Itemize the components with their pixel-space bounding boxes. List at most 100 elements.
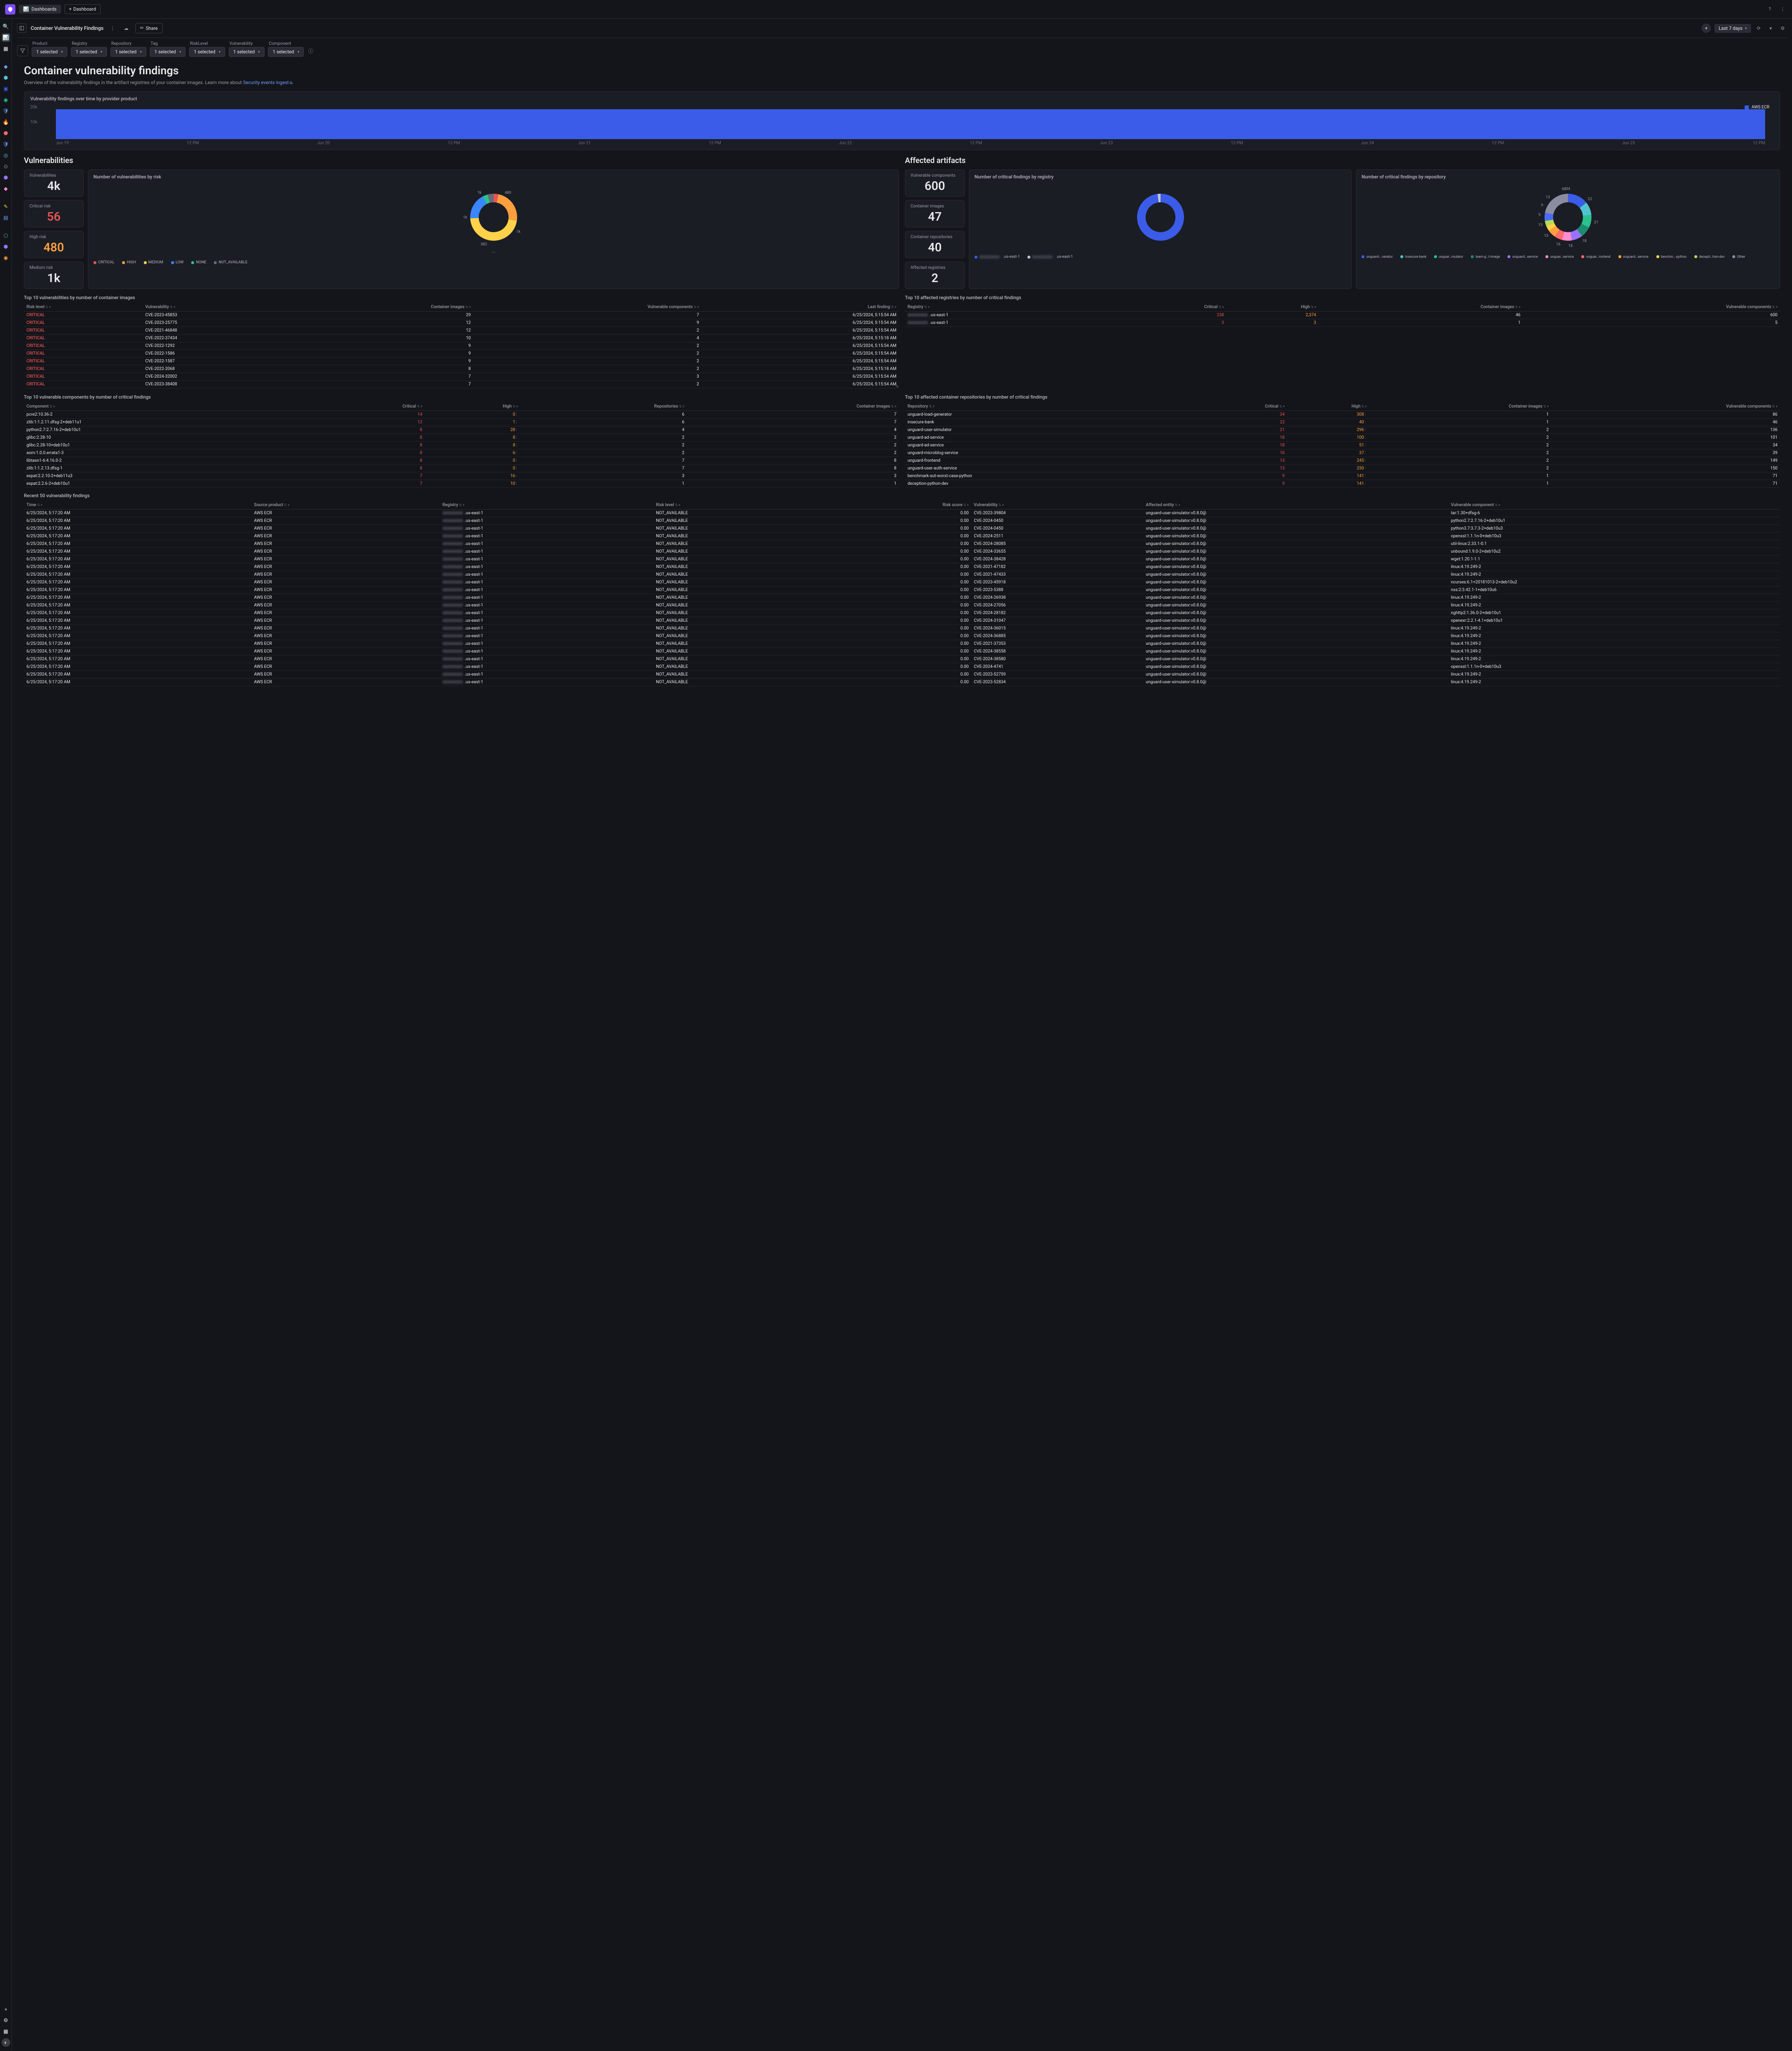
column-header[interactable]: Container images⇅ ▾ <box>687 402 899 411</box>
table-row[interactable]: unguard-microblog-service1637|239 <box>905 449 1780 457</box>
filter-select-vulnerability[interactable]: 1 selected▾ <box>229 47 265 57</box>
legend-item[interactable]: unguard-…nerator <box>1361 255 1393 259</box>
table-row[interactable]: .us-east-12382,37446600 <box>905 312 1780 319</box>
table-row[interactable]: 6/25/2024, 5:17:20 AMAWS ECR.us-east-1NO… <box>24 656 1780 663</box>
table-row[interactable]: 6/25/2024, 5:17:20 AMAWS ECR.us-east-1NO… <box>24 632 1780 640</box>
sidebar-app-15[interactable]: ⬡ <box>2 231 10 240</box>
table-row[interactable]: 6/25/2024, 5:17:20 AMAWS ECR.us-east-1NO… <box>24 540 1780 548</box>
table-row[interactable]: glibc:2.28-10+deb10u188|22 <box>24 442 899 449</box>
column-header[interactable]: Registry⇅ ▾ <box>905 303 1114 312</box>
donut-segment[interactable] <box>497 194 517 221</box>
sidebar-app-8[interactable]: 🛡 <box>2 140 10 149</box>
new-dashboard-button[interactable]: +Dashboard <box>64 4 101 14</box>
sidebar-settings-icon[interactable]: ⚙ <box>2 2016 10 2025</box>
table-row[interactable]: unguard-user-simulator21296|2136 <box>905 426 1780 434</box>
timerange-select[interactable]: Last 7 days▾ <box>1714 24 1751 33</box>
table-row[interactable]: 6/25/2024, 5:17:20 AMAWS ECR.us-east-1NO… <box>24 556 1780 563</box>
table-row[interactable]: 6/25/2024, 5:17:20 AMAWS ECR.us-east-1NO… <box>24 648 1780 656</box>
sidebar-app-1[interactable]: ◆ <box>2 62 10 71</box>
legend-item[interactable]: NONE <box>191 260 206 265</box>
column-header[interactable]: Source product⇅ ▾ <box>251 501 440 510</box>
table-row[interactable]: benchmark-sut-worst-case-python9141|171 <box>905 472 1780 480</box>
column-header[interactable]: Vulnerability⇅ ▾ <box>143 303 291 312</box>
table-row[interactable]: CRITICALCVE-2024-32002736/25/2024, 5:15:… <box>24 373 899 381</box>
column-header[interactable]: Critical⇅ ▾ <box>1114 303 1227 312</box>
column-header[interactable]: Vulnerable component⇅ ▾ <box>1449 501 1780 510</box>
table-row[interactable]: CRITICALCVE-2022-2068826/25/2024, 5:15:1… <box>24 365 899 373</box>
legend-item[interactable]: CRITICAL <box>93 260 114 265</box>
column-header[interactable]: Risk score⇅ ▾ <box>826 501 972 510</box>
table-row[interactable]: 6/25/2024, 5:17:20 AMAWS ECR.us-east-1NO… <box>24 586 1780 594</box>
legend-item[interactable]: unguar…mulator <box>1434 255 1463 259</box>
sidebar-app-2[interactable]: ⬢ <box>2 73 10 82</box>
sidebar-app-6[interactable]: 🔥 <box>2 118 10 126</box>
table-row[interactable]: expat:2.2.6-2+deb10u1710|11 <box>24 480 899 488</box>
column-header[interactable]: Critical⇅ ▾ <box>1187 402 1287 411</box>
table-row[interactable]: CRITICALCVE-2023-257751296/25/2024, 5:15… <box>24 319 899 327</box>
breadcrumb-dashboards[interactable]: 📊Dashboards <box>19 5 61 14</box>
table-row[interactable]: CRITICALCVE-2022-374341046/25/2024, 5:15… <box>24 335 899 342</box>
legend-item[interactable]: Other <box>1732 255 1745 259</box>
table-row[interactable]: CRITICALCVE-2023-458532976/25/2024, 5:15… <box>24 312 899 319</box>
column-header[interactable]: High⇅ ▾ <box>1227 303 1319 312</box>
sidebar-app-12[interactable]: ◆ <box>2 184 10 193</box>
settings-icon[interactable]: ⚙ <box>1778 24 1787 32</box>
table-row[interactable]: 6/25/2024, 5:17:20 AMAWS ECR.us-east-1NO… <box>24 671 1780 679</box>
column-header[interactable]: Component⇅ ▾ <box>24 402 308 411</box>
table-row[interactable]: 6/25/2024, 5:17:20 AMAWS ECR.us-east-1NO… <box>24 510 1780 517</box>
page-menu-icon[interactable]: ⋮ <box>108 23 117 33</box>
column-header[interactable]: Risk level⇅ ▾ <box>24 303 143 312</box>
table-row[interactable]: 6/25/2024, 5:17:20 AMAWS ECR.us-east-1NO… <box>24 594 1780 602</box>
table-row[interactable]: deception-python-dev9141|171 <box>905 480 1780 488</box>
table-row[interactable]: zlib:1:1.2.11.dfsg-2+deb11u1121|67 <box>24 419 899 426</box>
table-row[interactable]: 6/25/2024, 5:17:20 AMAWS ECR.us-east-1NO… <box>24 525 1780 533</box>
table-row[interactable]: unguard-load-generator34308|186 <box>905 411 1780 419</box>
help-icon[interactable]: ? <box>1766 5 1774 14</box>
table-row[interactable]: 6/25/2024, 5:17:20 AMAWS ECR.us-east-1NO… <box>24 679 1780 686</box>
table-row[interactable]: python2.7:2.7.16-2+deb10u1828|44 <box>24 426 899 434</box>
column-header[interactable]: High⇅ ▾ <box>425 402 521 411</box>
table-row[interactable]: CRITICALCVE-2022-1586926/25/2024, 5:15:5… <box>24 350 899 358</box>
column-header[interactable]: Vulnerable components⇅ ▾ <box>473 303 701 312</box>
cloud-icon[interactable]: ☁ <box>122 23 131 33</box>
column-header[interactable]: Last finding⇅ ▾ <box>701 303 899 312</box>
table-row[interactable]: 6/25/2024, 5:17:20 AMAWS ECR.us-east-1NO… <box>24 579 1780 586</box>
donut-segment[interactable] <box>470 218 517 241</box>
column-header[interactable]: Container images⇅ ▾ <box>1369 402 1551 411</box>
sidebar-app-5[interactable]: 🛡 <box>2 107 10 115</box>
filter-select-tag[interactable]: 1 selected▾ <box>150 47 186 57</box>
table-row[interactable]: 6/25/2024, 5:17:20 AMAWS ECR.us-east-1NO… <box>24 625 1780 632</box>
table-row[interactable]: pcre2:10.36-2140|67 <box>24 411 899 419</box>
logo-icon[interactable] <box>5 4 15 15</box>
legend-item[interactable]: decepti…hon-dev <box>1694 255 1725 259</box>
table-row[interactable]: glibc:2.28-1088|22 <box>24 434 899 442</box>
dropdown-icon[interactable]: ▾ <box>1766 24 1775 32</box>
table-row[interactable]: CRITICALCVE-2022-1587926/25/2024, 5:15:5… <box>24 358 899 365</box>
sidebar-collapse-icon[interactable]: » <box>2 2005 10 2013</box>
table-row[interactable]: unguard-frontend13245|2149 <box>905 457 1780 465</box>
table-row[interactable]: 6/25/2024, 5:17:20 AMAWS ECR.us-east-1NO… <box>24 517 1780 525</box>
sidebar-app-4[interactable]: ◉ <box>2 96 10 104</box>
filter-select-repository[interactable]: 1 selected▾ <box>111 47 146 57</box>
legend-item[interactable]: .us-east-1 <box>1027 255 1073 259</box>
legend-item[interactable]: HIGH <box>122 260 136 265</box>
table-row[interactable]: 6/25/2024, 5:17:20 AMAWS ECR.us-east-1NO… <box>24 548 1780 556</box>
legend-item[interactable]: MEDIUM <box>144 260 163 265</box>
filter-icon-button[interactable] <box>17 45 28 56</box>
edit-icon[interactable]: ✎ <box>895 384 899 389</box>
legend-item[interactable]: LOW <box>171 260 184 265</box>
table-row[interactable]: libtasn1-6:4.16.0-280|78 <box>24 457 899 465</box>
sidebar-item-apps[interactable]: ▦ <box>2 44 10 53</box>
table-row[interactable]: unguard-user-auth-service13250|2150 <box>905 465 1780 472</box>
table-row[interactable]: 6/25/2024, 5:17:20 AMAWS ECR.us-east-1NO… <box>24 602 1780 609</box>
sidebar-app-11[interactable]: ⬢ <box>2 173 10 182</box>
column-header[interactable]: Vulnerable components⇅ ▾ <box>1523 303 1780 312</box>
legend-item[interactable]: unguard…service <box>1507 255 1538 259</box>
table-row[interactable]: CRITICALCVE-2023-38408726/25/2024, 5:15:… <box>24 381 899 388</box>
donut-segment[interactable] <box>470 196 487 218</box>
sidebar-item-dashboards[interactable]: 📊 <box>2 33 10 42</box>
sidebar-app-3[interactable]: ▣ <box>2 84 10 93</box>
table-row[interactable]: unguard-ad-service1851|234 <box>905 442 1780 449</box>
table-row[interactable]: 6/25/2024, 5:17:20 AMAWS ECR.us-east-1NO… <box>24 571 1780 579</box>
sidebar-app-10[interactable]: ⊙ <box>2 162 10 171</box>
